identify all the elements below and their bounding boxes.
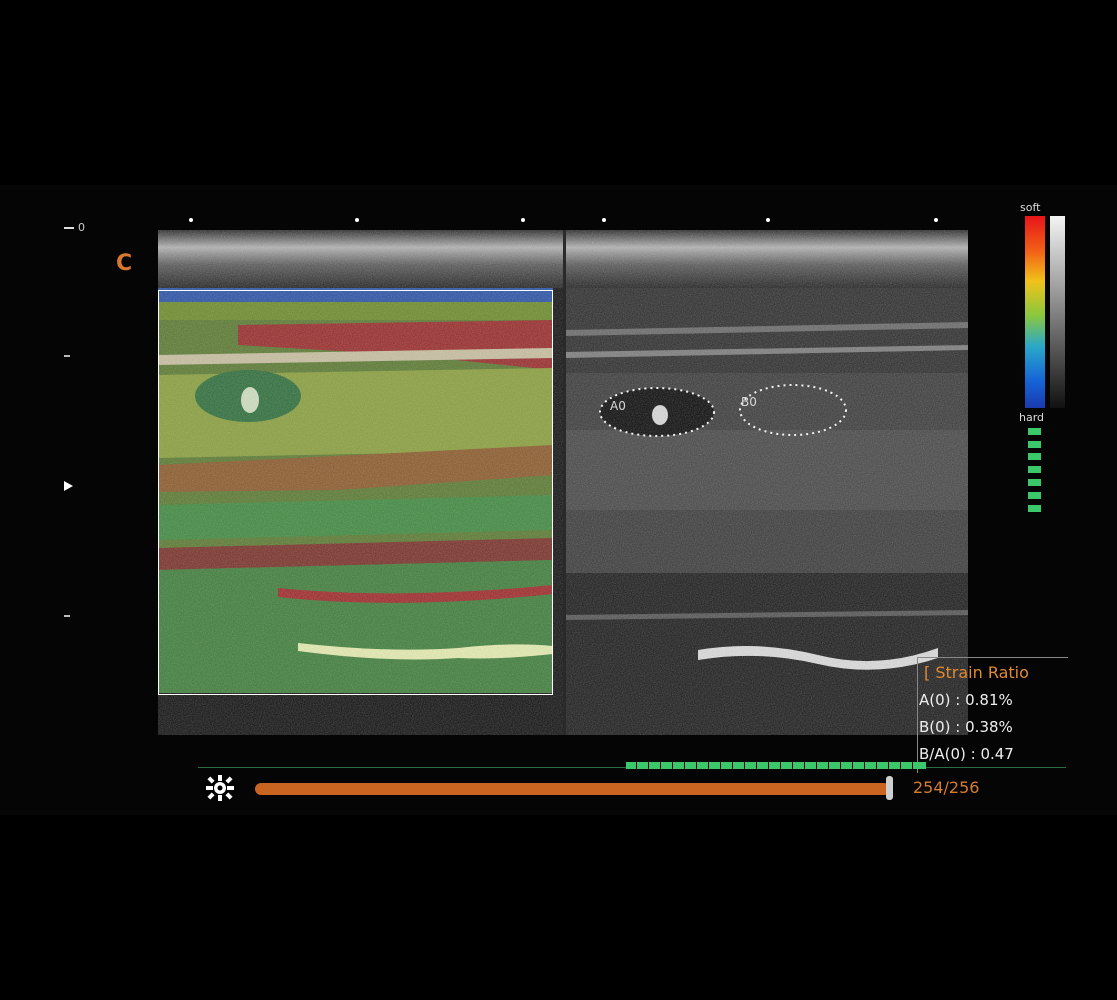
lateral-scale-dot <box>766 218 770 222</box>
lateral-scale-dot <box>602 218 606 222</box>
quality-indicator-segment <box>1028 492 1041 499</box>
legend-hard-label: hard <box>1019 411 1045 424</box>
cine-progress-bar[interactable] <box>255 783 890 795</box>
quality-indicator-segment <box>1028 466 1041 473</box>
frame-counter: 254/256 <box>913 778 980 797</box>
depth-zero-label: 0 <box>78 221 85 234</box>
ultrasound-screen: 0 C soft hard [Strain Ratio A(0): 0.81… <box>0 185 1117 815</box>
quality-indicator-segment <box>1028 453 1041 460</box>
strain-ratio-b: B(0) : 0.38% <box>919 718 1013 736</box>
legend-soft-label: soft <box>1020 201 1041 214</box>
focus-marker-icon[interactable] <box>64 481 73 491</box>
quality-indicator-segment <box>1028 479 1041 486</box>
strain-ratio-a: A(0) : 0.81% <box>919 691 1013 709</box>
quality-waveform <box>626 761 926 769</box>
gear-icon[interactable] <box>203 773 237 803</box>
depth-zero-marker: 0 <box>64 221 85 234</box>
lateral-scale-dot <box>934 218 938 222</box>
strain-color-scale <box>1025 216 1045 408</box>
elastography-roi-box[interactable] <box>158 290 553 695</box>
quality-indicator-segment <box>1028 505 1041 512</box>
cine-slider-handle[interactable] <box>886 776 893 800</box>
grayscale-bar <box>1050 216 1065 408</box>
depth-tick <box>64 615 70 617</box>
probe-orientation-mark: C <box>116 251 133 276</box>
quality-indicator-segment <box>1028 441 1041 448</box>
depth-tick <box>64 355 70 357</box>
lateral-scale-dot <box>189 218 193 222</box>
lateral-scale-dot <box>355 218 359 222</box>
strain-ratio-title: [ Strain Ratio <box>924 663 1029 682</box>
strain-ratio-b-over-a: B/A(0) : 0.47 <box>919 745 1014 763</box>
quality-indicator-segment <box>1028 428 1041 435</box>
lateral-scale-dot <box>521 218 525 222</box>
